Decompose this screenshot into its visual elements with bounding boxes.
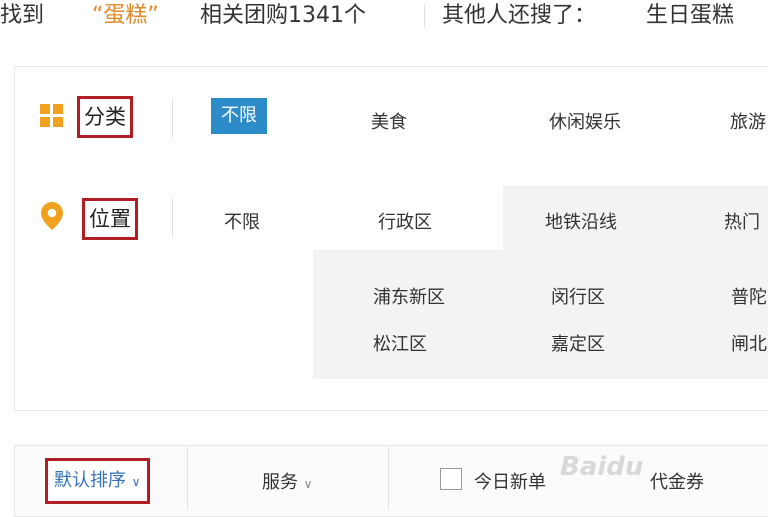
tab-district[interactable]: 行政区 <box>378 208 432 234</box>
today-new-checkbox[interactable] <box>440 468 462 490</box>
grid-icon <box>40 104 63 127</box>
found-prefix: 找到 <box>0 3 45 28</box>
chevron-down-icon: ∨ <box>131 475 141 489</box>
result-count: 相关团购1341个 <box>200 3 366 28</box>
sortbar-divider <box>388 447 389 510</box>
district-item[interactable]: 闵行区 <box>551 283 605 309</box>
voucher-filter[interactable]: 代金券 <box>650 468 704 494</box>
watermark-logo: Baidu <box>560 452 644 482</box>
default-sort-dropdown[interactable]: 默认排序 ∨ <box>45 458 150 504</box>
district-item[interactable]: 松江区 <box>373 330 427 356</box>
search-summary-bar: 找到 “蛋糕” 相关团购1341个 其他人还搜了： 生日蛋糕 <box>0 0 768 38</box>
category-option-food[interactable]: 美食 <box>371 108 407 134</box>
category-option-unlimited[interactable]: 不限 <box>211 98 267 134</box>
category-label: 分类 <box>77 96 133 138</box>
search-keyword: “蛋糕” <box>92 3 159 28</box>
category-option-travel[interactable]: 旅游 <box>730 108 766 134</box>
district-item[interactable]: 普陀 <box>731 283 767 309</box>
tab-metro[interactable]: 地铁沿线 <box>545 208 617 234</box>
default-sort-label: 默认排序 <box>54 470 126 491</box>
category-option-leisure[interactable]: 休闲娱乐 <box>549 108 621 134</box>
header-divider <box>424 5 425 27</box>
location-label: 位置 <box>82 198 138 240</box>
suggested-search-link[interactable]: 生日蛋糕 <box>646 0 734 32</box>
others-searched-label: 其他人还搜了： <box>442 3 597 28</box>
district-item[interactable]: 嘉定区 <box>551 330 605 356</box>
chevron-down-icon: ∨ <box>303 477 313 491</box>
district-item[interactable]: 闸北 <box>731 330 767 356</box>
today-new-label: 今日新单 <box>474 472 546 493</box>
location-divider <box>172 198 173 238</box>
category-divider <box>172 98 173 138</box>
service-label: 服务 <box>262 472 298 493</box>
service-dropdown[interactable]: 服务 ∨ <box>262 468 313 494</box>
sortbar-divider <box>187 447 188 510</box>
location-option-unlimited[interactable]: 不限 <box>224 208 260 234</box>
location-pin-icon <box>41 202 63 230</box>
district-item[interactable]: 浦东新区 <box>373 283 445 309</box>
tab-hot[interactable]: 热门 <box>724 208 760 234</box>
